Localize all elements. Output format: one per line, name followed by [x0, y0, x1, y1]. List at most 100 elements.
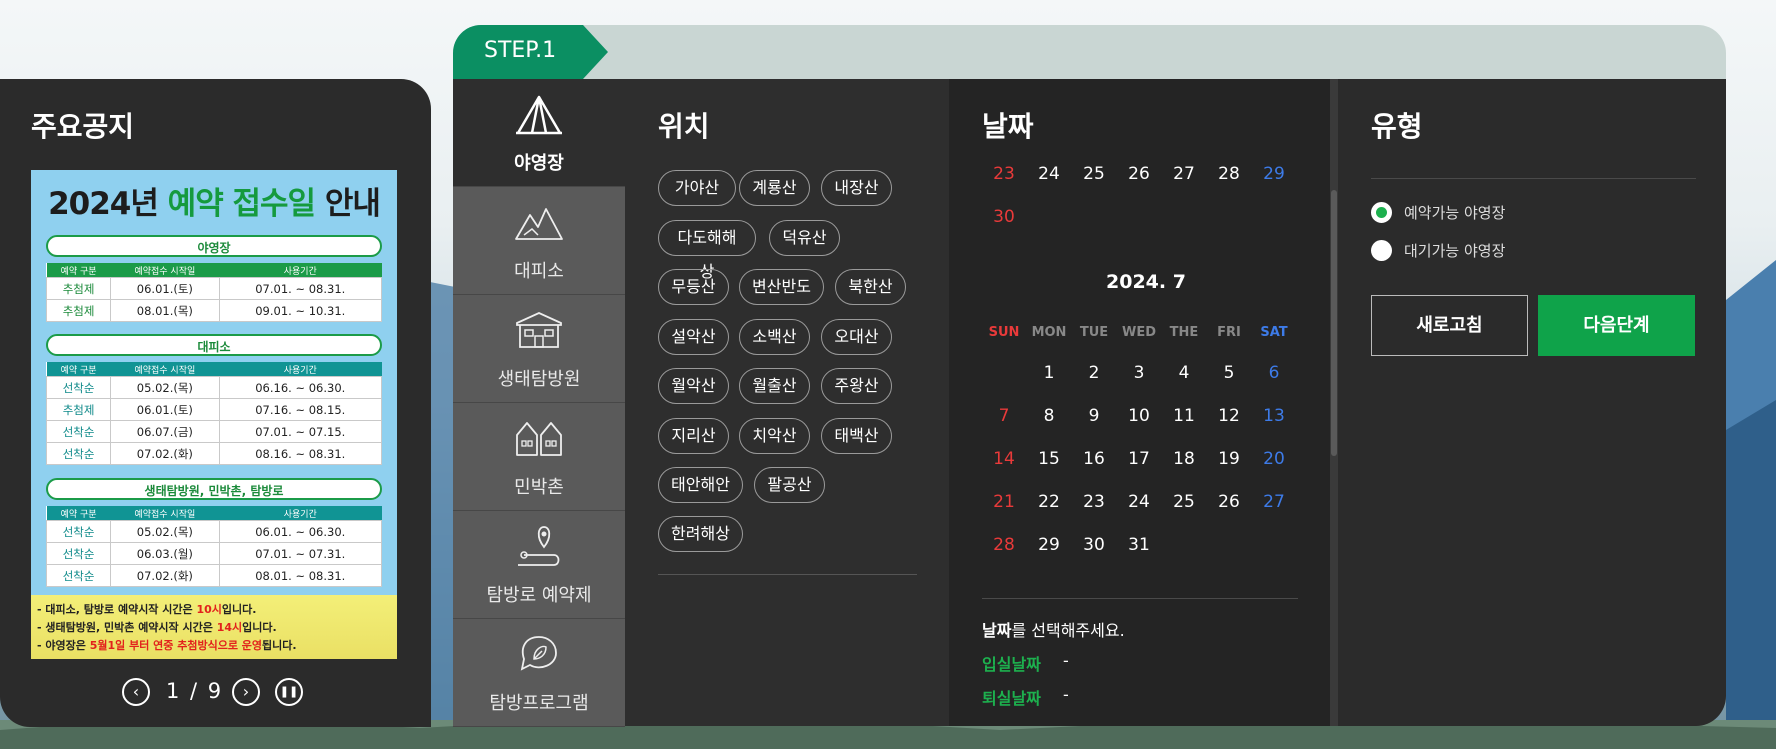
chevron-left-icon[interactable]: ‹ — [122, 678, 150, 706]
calendar-day[interactable]: 19 — [1209, 449, 1249, 469]
calendar-day[interactable]: 30 — [1074, 535, 1114, 555]
calendar-day-prev[interactable]: 28 — [1209, 164, 1249, 184]
category-campsite[interactable]: 야영장 — [453, 79, 625, 187]
weekday-label: THE — [1169, 325, 1199, 340]
calendar-day[interactable]: 12 — [1209, 406, 1249, 426]
poster-section-eco: 생태탐방원, 민박촌, 탐방로 — [46, 478, 382, 500]
calendar-day[interactable]: 18 — [1164, 449, 1204, 469]
calendar-day[interactable]: 1 — [1029, 363, 1069, 383]
calendar-day[interactable]: 28 — [984, 535, 1024, 555]
calendar-day[interactable]: 25 — [1164, 492, 1204, 512]
table-row: 선착순 07.02.(화) 08.16. ~ 08.31. — [45, 442, 383, 465]
location-chip[interactable]: 내장산 — [821, 170, 892, 206]
location-chip[interactable]: 가야산 — [658, 170, 736, 206]
category-eco-center[interactable]: 생태탐방원 — [453, 295, 625, 403]
calendar-day[interactable]: 15 — [1029, 449, 1069, 469]
date-hint: 날짜를 선택해주세요. — [982, 621, 1125, 640]
calendar-day[interactable]: 8 — [1029, 406, 1069, 426]
calendar-day[interactable]: 13 — [1254, 406, 1294, 426]
calendar-day[interactable]: 7 — [984, 406, 1024, 426]
location-chip[interactable]: 다도해해상 — [658, 220, 756, 281]
calendar-day[interactable]: 4 — [1164, 363, 1204, 383]
calendar-day[interactable]: 2 — [1074, 363, 1114, 383]
category-guesthouse[interactable]: 민박촌 — [453, 403, 625, 511]
location-chip[interactable]: 설악산 — [658, 319, 729, 355]
radio-waitlist-label[interactable]: 대기가능 야영장 — [1404, 240, 1505, 261]
location-chip[interactable]: 주왕산 — [821, 368, 892, 404]
calendar-day[interactable]: 11 — [1164, 406, 1204, 426]
location-chip[interactable]: 덕유산 — [769, 220, 840, 256]
category-shelter[interactable]: 대피소 — [453, 187, 625, 295]
calendar-day[interactable]: 27 — [1254, 492, 1294, 512]
calendar-day[interactable]: 26 — [1209, 492, 1249, 512]
location-chip[interactable]: 월출산 — [739, 368, 810, 404]
calendar-day[interactable]: 23 — [1074, 492, 1114, 512]
calendar-day[interactable]: 14 — [984, 449, 1024, 469]
location-chip[interactable]: 북한산 — [835, 269, 906, 305]
calendar-day-prev[interactable]: 25 — [1074, 164, 1114, 184]
next-step-button[interactable]: 다음단계 — [1538, 295, 1695, 356]
weekday-label: WED — [1121, 325, 1156, 340]
location-divider — [658, 574, 917, 575]
radio-available[interactable] — [1371, 202, 1392, 223]
category-trail-reservation[interactable]: 탐방로 예약제 — [453, 511, 625, 619]
date-title: 날짜 — [982, 110, 1034, 143]
calendar-day[interactable]: 3 — [1119, 363, 1159, 383]
location-title: 위치 — [658, 110, 710, 143]
calendar-day[interactable]: 29 — [1029, 535, 1069, 555]
location-chip[interactable]: 팔공산 — [754, 467, 825, 503]
calendar-day[interactable]: 9 — [1074, 406, 1114, 426]
location-chip[interactable]: 오대산 — [821, 319, 892, 355]
chevron-right-icon[interactable]: › — [232, 678, 260, 706]
refresh-button[interactable]: 새로고침 — [1371, 295, 1528, 356]
location-chip[interactable]: 한려해상 — [658, 516, 743, 552]
table-row: 선착순 06.03.(월) 07.01. ~ 07.31. — [45, 542, 383, 565]
calendar-day-prev[interactable]: 24 — [1029, 164, 1069, 184]
radio-available-label[interactable]: 예약가능 야영장 — [1404, 202, 1505, 223]
calendar-day[interactable]: 31 — [1119, 535, 1159, 555]
calendar-day-prev[interactable]: 26 — [1119, 164, 1159, 184]
table-row: 선착순 05.02.(목) 06.16. ~ 06.30. — [45, 376, 383, 399]
pause-icon[interactable]: ❚❚ — [275, 678, 303, 706]
calendar-day[interactable]: 22 — [1029, 492, 1069, 512]
calendar-day-prev[interactable]: 23 — [984, 164, 1024, 184]
calendar-day-prev[interactable]: 29 — [1254, 164, 1294, 184]
location-chip[interactable]: 월악산 — [658, 368, 729, 404]
poster-heading: 2024년 예약 접수일 안내 — [48, 186, 381, 222]
location-chip[interactable]: 계룡산 — [739, 170, 810, 206]
building-icon — [516, 312, 562, 348]
table-row: 선착순 05.02.(목) 06.01. ~ 06.30. — [45, 520, 383, 543]
date-divider — [982, 598, 1298, 599]
weekday-label: FRI — [1217, 325, 1241, 340]
location-chip[interactable]: 변산반도 — [739, 269, 824, 305]
calendar-day[interactable]: 16 — [1074, 449, 1114, 469]
location-chip[interactable]: 치악산 — [739, 418, 810, 454]
type-title: 유형 — [1371, 110, 1423, 143]
calendar-day[interactable]: 5 — [1209, 363, 1249, 383]
category-menu: 야영장 대피소 생태탐방원 민박촌 탐방로 예약제 탐방프로그램 — [453, 79, 625, 727]
weekday-label: MON — [1031, 325, 1067, 340]
calendar-day-prev[interactable]: 27 — [1164, 164, 1204, 184]
calendar-day[interactable]: 17 — [1119, 449, 1159, 469]
trail-pin-icon — [518, 526, 560, 566]
calendar-month-title: 2024. 7 — [1106, 271, 1186, 293]
calendar-day[interactable]: 10 — [1119, 406, 1159, 426]
location-chip[interactable]: 소백산 — [739, 319, 810, 355]
table-row: 추첨제 06.01.(토) 07.16. ~ 08.15. — [45, 398, 383, 421]
calendar-day[interactable]: 6 — [1254, 363, 1294, 383]
calendar-day[interactable]: 20 — [1254, 449, 1294, 469]
location-chip[interactable]: 지리산 — [658, 418, 729, 454]
location-chip[interactable]: 무등산 — [658, 269, 729, 305]
mountain-icon — [515, 208, 563, 240]
leaf-hand-icon — [520, 636, 557, 671]
radio-waitlist[interactable] — [1371, 240, 1392, 261]
location-chip[interactable]: 태백산 — [821, 418, 892, 454]
calendar-day-prev[interactable]: 30 — [984, 207, 1024, 227]
calendar-scrollbar-thumb[interactable] — [1331, 190, 1337, 456]
category-program[interactable]: 탐방프로그램 — [453, 619, 625, 727]
calendar-day[interactable]: 21 — [984, 492, 1024, 512]
notice-poster[interactable]: 2024년 예약 접수일 안내 야영장 예약 구분 예약접수 시작일 사용기간 추첨… — [31, 170, 397, 659]
location-chip[interactable]: 태안해안 — [658, 467, 743, 503]
table-row: 선착순 06.07.(금) 07.01. ~ 07.15. — [45, 420, 383, 443]
calendar-day[interactable]: 24 — [1119, 492, 1159, 512]
